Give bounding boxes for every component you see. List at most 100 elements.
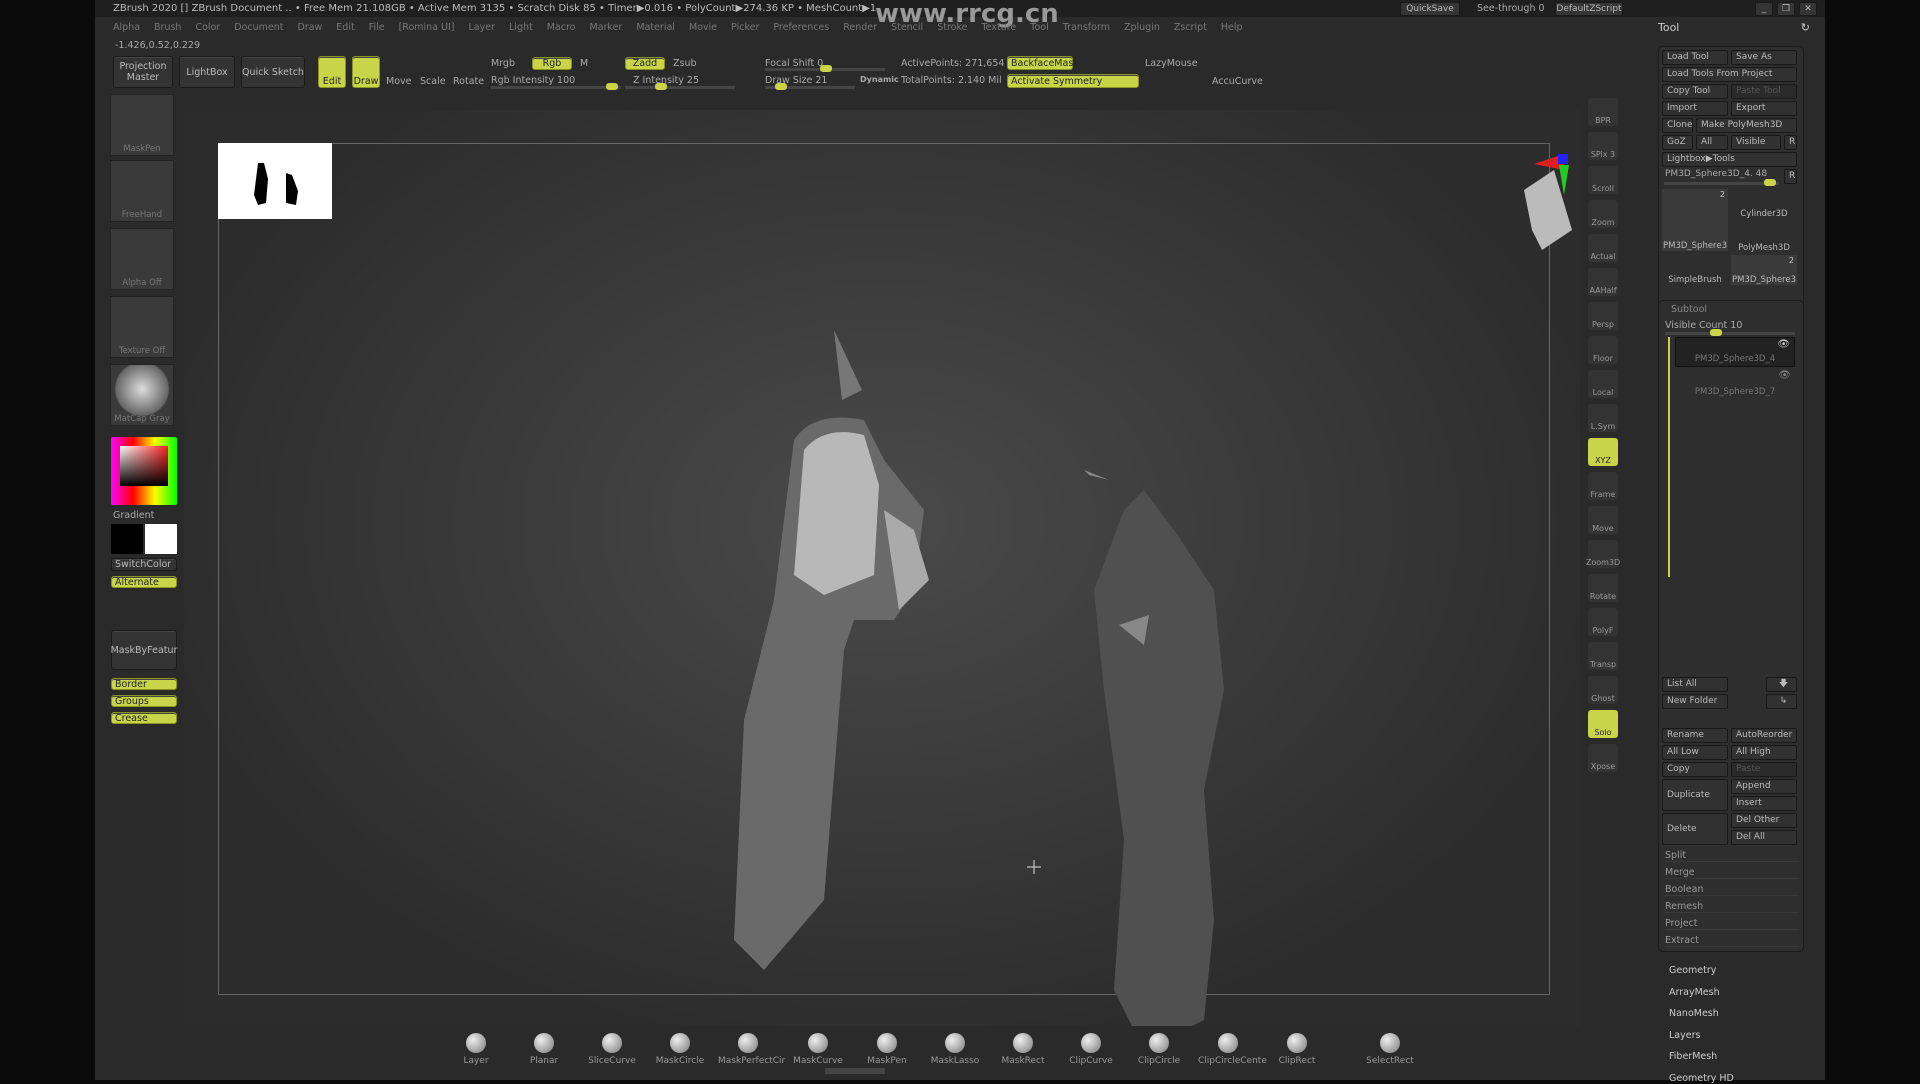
visible-count-slider[interactable]: Visible Count 10: [1665, 320, 1742, 331]
new-folder-button[interactable]: New Folder: [1662, 694, 1728, 709]
spix3-button[interactable]: SPix 3: [1588, 132, 1618, 160]
xyz-button[interactable]: XYZ: [1588, 438, 1618, 466]
rotate-button[interactable]: Rotate: [453, 76, 484, 87]
project-button[interactable]: Project: [1665, 918, 1799, 930]
menu-stroke[interactable]: Stroke: [937, 20, 967, 36]
tool-palette-header[interactable]: Tool ↻: [1640, 21, 1810, 34]
material-selector[interactable]: MatCap Gray: [110, 364, 174, 426]
tool-thumbnail[interactable]: PolyMesh3D: [1731, 223, 1797, 253]
masklasso-brush[interactable]: MaskLasso: [925, 1033, 985, 1066]
actual-button[interactable]: Actual: [1588, 234, 1618, 262]
solo-button[interactable]: Solo: [1588, 710, 1618, 738]
activate-symmetry-button[interactable]: Activate Symmetry: [1007, 74, 1139, 88]
move-button[interactable]: Move: [1588, 506, 1618, 534]
crease-button[interactable]: Crease: [111, 712, 177, 724]
zoom-button[interactable]: Zoom: [1588, 200, 1618, 228]
visibility-eye-icon[interactable]: 👁: [1778, 370, 1791, 381]
menu-tool[interactable]: Tool: [1030, 20, 1048, 36]
all-low-button[interactable]: All Low: [1662, 745, 1728, 760]
subtool-item-selected[interactable]: PM3D_Sphere3D_4 👁: [1675, 337, 1795, 367]
clipcirclecente-brush[interactable]: ClipCircleCente: [1198, 1033, 1267, 1066]
autoreorder-button[interactable]: AutoReorder: [1731, 728, 1797, 743]
section-geometry-hd[interactable]: Geometry HD: [1669, 1073, 1734, 1084]
m-button[interactable]: M: [580, 58, 588, 69]
menu-material[interactable]: Material: [636, 20, 675, 36]
goz-all-button[interactable]: All: [1696, 135, 1728, 150]
extract-button[interactable]: Extract: [1665, 935, 1799, 947]
menu-render[interactable]: Render: [843, 20, 877, 36]
clone-button[interactable]: Clone: [1662, 118, 1693, 133]
menu-edit[interactable]: Edit: [336, 20, 354, 36]
section-layers[interactable]: Layers: [1669, 1030, 1700, 1041]
dynamic-button[interactable]: Dynamic: [860, 75, 899, 84]
maskpen-brush[interactable]: MaskPen: [857, 1033, 917, 1066]
document-canvas[interactable]: [184, 110, 1580, 1026]
menu-help[interactable]: Help: [1221, 20, 1243, 36]
local-button[interactable]: Local: [1588, 370, 1618, 398]
quick-sketch-button[interactable]: Quick Sketch: [241, 56, 305, 88]
section-geometry[interactable]: Geometry: [1669, 965, 1716, 976]
lazymouse-button[interactable]: LazyMouse: [1145, 58, 1198, 69]
menu-brush[interactable]: Brush: [154, 20, 181, 36]
maskcurve-brush[interactable]: MaskCurve: [788, 1033, 848, 1066]
3d-model-figures[interactable]: [184, 110, 1580, 1026]
close-icon[interactable]: ✕: [1799, 2, 1817, 16]
merge-button[interactable]: Merge: [1665, 867, 1799, 879]
tool-r-button[interactable]: R: [1784, 169, 1797, 184]
see-through-slider[interactable]: See-through 0: [1477, 3, 1545, 14]
menu-movie[interactable]: Movie: [689, 20, 717, 36]
rgb-intensity-slider[interactable]: [491, 83, 621, 90]
menu-alpha[interactable]: Alpha: [113, 20, 140, 36]
load-tools-from-project-button[interactable]: Load Tools From Project: [1662, 67, 1797, 82]
zadd-button[interactable]: Zadd: [625, 57, 665, 70]
maskrect-brush[interactable]: MaskRect: [993, 1033, 1053, 1066]
switch-color-button[interactable]: SwitchColor: [111, 558, 177, 571]
slicecurve-brush[interactable]: SliceCurve: [582, 1033, 642, 1066]
menu-marker[interactable]: Marker: [590, 20, 623, 36]
load-tool-button[interactable]: Load Tool: [1662, 50, 1728, 65]
del-all-button[interactable]: Del All: [1731, 830, 1797, 845]
maskcircle-brush[interactable]: MaskCircle: [650, 1033, 710, 1066]
move-down-icon[interactable]: 🡇: [1766, 677, 1797, 692]
section-nanomesh[interactable]: NanoMesh: [1669, 1008, 1719, 1019]
maskperfectcir-brush[interactable]: MaskPerfectCir: [718, 1033, 785, 1066]
goz-visible-button[interactable]: Visible: [1731, 135, 1781, 150]
stroke-selector[interactable]: FreeHand: [110, 160, 174, 222]
save-as-button[interactable]: Save As: [1731, 50, 1797, 65]
ghost-button[interactable]: Ghost: [1588, 676, 1618, 704]
section-arraymesh[interactable]: ArrayMesh: [1669, 987, 1720, 998]
shelf-toggle-handle[interactable]: [825, 1068, 885, 1074]
quicksave-button[interactable]: QuickSave: [1400, 2, 1460, 16]
menu-document[interactable]: Document: [234, 20, 283, 36]
tool-thumbnail[interactable]: SimpleBrush: [1662, 255, 1728, 285]
paste-tool-button[interactable]: Paste Tool: [1731, 84, 1797, 99]
duplicate-button[interactable]: Duplicate: [1662, 779, 1728, 811]
focal-shift-slider[interactable]: [765, 65, 885, 72]
persp-button[interactable]: Persp: [1588, 302, 1618, 330]
remesh-button[interactable]: Remesh: [1665, 901, 1799, 913]
polyf-button[interactable]: PolyF: [1588, 608, 1618, 636]
rgb-button[interactable]: Rgb: [532, 57, 572, 70]
brush-selector[interactable]: MaskPen: [110, 94, 174, 156]
arrow-turn-icon[interactable]: ↳: [1766, 694, 1797, 709]
clipcurve-brush[interactable]: ClipCurve: [1061, 1033, 1121, 1066]
scale-button[interactable]: Scale: [420, 76, 446, 87]
append-button[interactable]: Append: [1731, 779, 1797, 794]
projection-master-button[interactable]: Projection Master: [113, 56, 173, 88]
tool-thumbnail[interactable]: 2 PM3D_Sphere3: [1662, 189, 1728, 251]
minimize-icon[interactable]: _: [1755, 2, 1773, 16]
move-button[interactable]: Move: [386, 76, 411, 87]
clipcircle-brush[interactable]: ClipCircle: [1129, 1033, 1189, 1066]
lightbox-tools-button[interactable]: Lightbox▶Tools: [1662, 152, 1797, 167]
secondary-color-swatch[interactable]: [145, 524, 177, 554]
backface-mask-button[interactable]: BackfaceMask: [1007, 56, 1079, 70]
xpose-button[interactable]: Xpose: [1588, 744, 1618, 772]
goz-button[interactable]: GoZ: [1662, 135, 1693, 150]
visibility-eye-icon[interactable]: 👁: [1777, 339, 1790, 350]
draw-button[interactable]: Draw: [352, 56, 380, 88]
frame-button[interactable]: Frame: [1588, 472, 1618, 500]
aahalf-button[interactable]: AAHalf: [1588, 268, 1618, 296]
menu-zplugin[interactable]: Zplugin: [1124, 20, 1160, 36]
subtool-header[interactable]: Subtool: [1671, 304, 1707, 315]
make-polymesh3d-button[interactable]: Make PolyMesh3D: [1696, 118, 1797, 133]
